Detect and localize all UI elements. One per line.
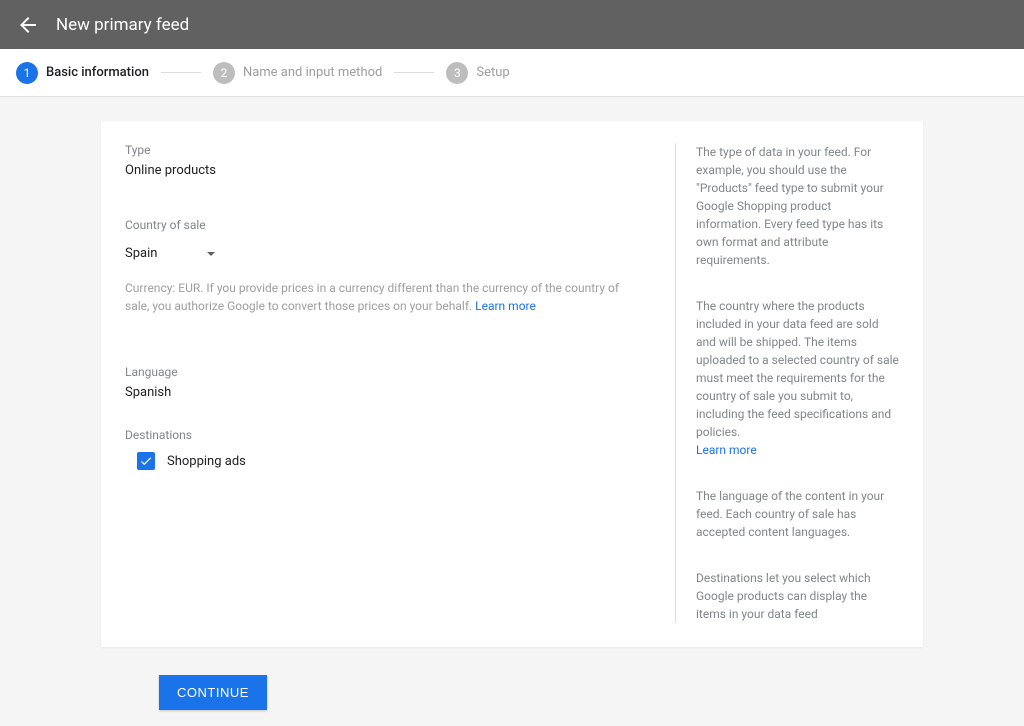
form-left-column: Type Online products Country of sale Spa… (125, 143, 675, 623)
chevron-down-icon (207, 252, 215, 256)
help-destinations: Destinations let you select which Google… (696, 569, 899, 623)
step-1-label: Basic information (46, 65, 149, 80)
country-helper-content: Currency: EUR. If you provide prices in … (125, 281, 619, 313)
step-divider (161, 72, 201, 73)
back-arrow-icon[interactable] (16, 13, 40, 37)
stepper: 1 Basic information 2 Name and input met… (0, 49, 1024, 97)
help-right-column: The type of data in your feed. For examp… (675, 143, 899, 623)
language-field-group: Language Spanish (125, 365, 639, 400)
shopping-ads-checkbox[interactable] (137, 452, 155, 470)
step-3[interactable]: 3 Setup (446, 62, 509, 84)
country-label: Country of sale (125, 218, 639, 232)
content-area: Type Online products Country of sale Spa… (0, 97, 1024, 726)
step-2-circle: 2 (213, 62, 235, 84)
country-learn-more-link[interactable]: Learn more (475, 299, 536, 313)
continue-button[interactable]: CONTINUE (159, 675, 267, 710)
help-type: The type of data in your feed. For examp… (696, 143, 899, 269)
step-3-label: Setup (476, 65, 509, 80)
type-field-group: Type Online products (125, 143, 639, 178)
page-header: New primary feed (0, 0, 1024, 49)
type-value: Online products (125, 163, 639, 178)
step-2-label: Name and input method (243, 65, 382, 80)
step-2[interactable]: 2 Name and input method (213, 62, 382, 84)
country-field-group: Country of sale Spain Currency: EUR. If … (125, 218, 639, 315)
help-country-text: The country where the products included … (696, 299, 899, 439)
destinations-label: Destinations (125, 428, 639, 442)
help-country-learn-more-link[interactable]: Learn more (696, 443, 757, 457)
destinations-field-group: Destinations Shopping ads (125, 428, 639, 470)
form-card: Type Online products Country of sale Spa… (101, 121, 923, 647)
country-selected-value: Spain (125, 246, 157, 261)
type-label: Type (125, 143, 639, 157)
country-dropdown[interactable]: Spain (125, 238, 215, 269)
help-language: The language of the content in your feed… (696, 487, 899, 541)
destinations-option-row: Shopping ads (125, 452, 639, 470)
step-divider (394, 72, 434, 73)
shopping-ads-label: Shopping ads (167, 454, 246, 469)
language-value: Spanish (125, 385, 639, 400)
page-title: New primary feed (56, 15, 189, 35)
step-3-circle: 3 (446, 62, 468, 84)
step-1[interactable]: 1 Basic information (16, 62, 149, 84)
help-country: The country where the products included … (696, 297, 899, 459)
language-label: Language (125, 365, 639, 379)
country-helper-text: Currency: EUR. If you provide prices in … (125, 279, 639, 315)
step-1-circle: 1 (16, 62, 38, 84)
